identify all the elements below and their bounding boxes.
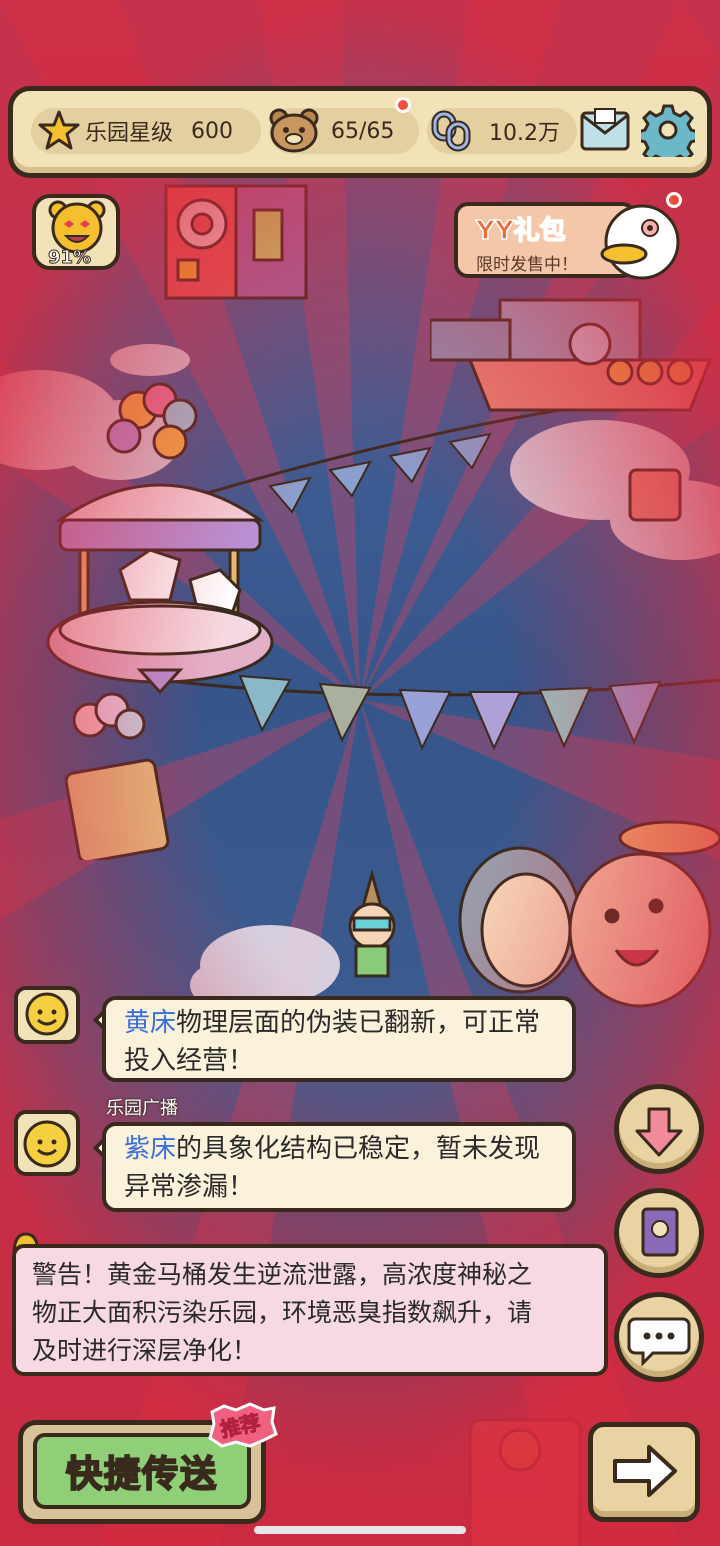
broadcast-message-1: 黄床物理层面的伪装已翻新，可正常 投入经营！ [102, 996, 576, 1082]
gift-alert-dot [666, 192, 682, 208]
message-2-highlight[interactable]: 紫床 [124, 1134, 176, 1164]
warning-line3: 及时进行深层净化！ [32, 1336, 258, 1365]
broadcast-avatar-2 [14, 1110, 80, 1176]
carousel-attraction [46, 382, 274, 860]
bear-count-stat[interactable]: 65/65 [269, 108, 419, 154]
coin-stat[interactable]: 10.2万 [427, 108, 577, 154]
journal-button[interactable] [614, 1188, 704, 1278]
park-characters [458, 820, 720, 1008]
warning-line2: 物正大面积污染乐园，环境恶臭指数飙升，请 [32, 1298, 533, 1327]
smiley-icon [25, 992, 69, 1036]
message-2-line2: 异常渗漏！ [124, 1172, 255, 1202]
duck-mascot-icon [600, 204, 680, 280]
gift-pack-button[interactable]: YY礼包 限时发售中！ [454, 192, 684, 284]
bear-icon [269, 108, 319, 153]
message-1-highlight[interactable]: 黄床 [124, 1008, 176, 1038]
gift-pack-title: YY礼包 [475, 215, 566, 247]
message-2-line1: 的具象化结构已稳定，暂未发现 [176, 1134, 541, 1164]
mail-icon[interactable] [579, 107, 631, 153]
chat-bubble-icon [627, 1317, 691, 1367]
arrow-right-icon [613, 1445, 677, 1497]
park-rating-stat[interactable]: 乐园星级 600 [31, 108, 261, 154]
home-indicator[interactable] [254, 1526, 466, 1534]
message-1-line2: 投入经营！ [124, 1046, 255, 1076]
bear-count-value: 65/65 [331, 118, 395, 144]
sender-name: 乐园广播 [106, 1098, 178, 1119]
link-coin-icon [431, 110, 471, 152]
gift-pack-subtitle: 限时发售中！ [476, 255, 578, 275]
visitor-mood-badge[interactable]: 91% [32, 194, 120, 270]
smiley-icon [23, 1120, 71, 1168]
message-1-line1: 物理层面的伪装已翻新，可正常 [176, 1008, 541, 1038]
park-rating-value: 600 [191, 118, 234, 144]
chat-button[interactable] [614, 1292, 704, 1382]
airship [430, 298, 713, 522]
bear-alert-dot [395, 97, 411, 113]
park-rating-label: 乐园星级 [85, 121, 174, 146]
recommend-badge: 推荐 [206, 1402, 278, 1448]
pixel-tower [164, 184, 308, 300]
warning-message: 警告！黄金马桶发生逆流泄露，高浓度神秘之 物正大面积污染乐园，环境恶臭指数飙升，… [12, 1244, 608, 1376]
warning-line1: 警告！黄金马桶发生逆流泄露，高浓度神秘之 [32, 1260, 533, 1289]
scroll-down-button[interactable] [614, 1084, 704, 1174]
mood-percent: 91% [47, 247, 92, 269]
hero-character [348, 870, 396, 978]
gear-icon[interactable] [641, 103, 695, 157]
broadcast-message-2: 紫床的具象化结构已稳定，暂未发现 异常渗漏！ [102, 1122, 576, 1212]
next-button[interactable] [588, 1422, 700, 1522]
book-icon [641, 1207, 679, 1257]
quick-transfer-label: 快捷传送 [65, 1453, 218, 1496]
arrow-down-icon [635, 1107, 683, 1157]
coin-value: 10.2万 [489, 121, 560, 146]
top-status-bar: 乐园星级 600 65/65 10.2万 [8, 86, 712, 178]
broadcast-avatar-1 [14, 986, 80, 1044]
star-icon [38, 110, 80, 150]
